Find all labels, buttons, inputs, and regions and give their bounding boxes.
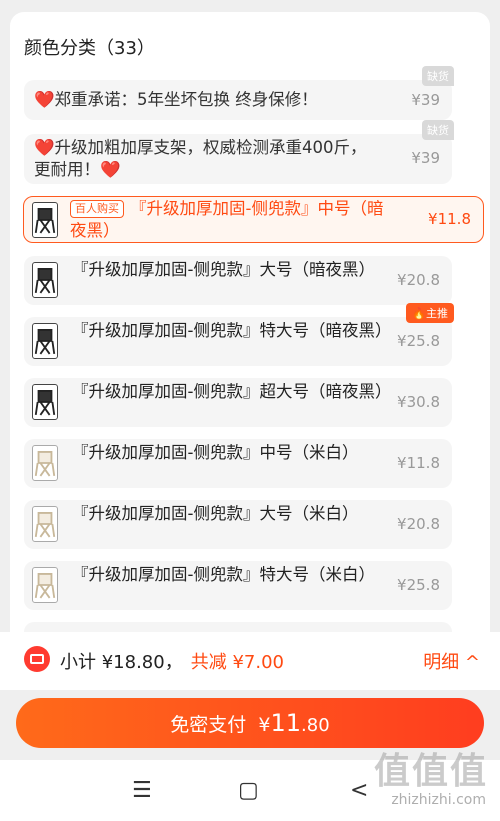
variant-name: 『升级加厚加固-侧兜款』特大号（暗夜黑） (72, 321, 392, 340)
variant-price: ¥25.8 (397, 576, 440, 594)
chair-thumbnail (32, 506, 58, 542)
watermark-url: zhizhizhi.com (391, 792, 486, 808)
variant-name: 『升级加厚加固-侧兜款』大号（暗夜黑） (72, 260, 375, 279)
detail-toggle[interactable]: 明细 ^ (423, 648, 480, 674)
home-icon[interactable]: ▢ (238, 778, 259, 803)
amount-decimal: .80 (301, 715, 330, 736)
variant-option-medium-black[interactable]: 百人购买 『升级加厚加固-侧兜款』中号（暗夜黑） ¥11.8 (23, 196, 484, 243)
variant-option-large-black[interactable]: 『升级加厚加固-侧兜款』大号（暗夜黑） ¥20.8 (24, 256, 452, 305)
chair-thumbnail (32, 445, 58, 481)
popular-badge: 百人购买 (70, 200, 124, 218)
variant-option-medium-white[interactable]: 『升级加厚加固-侧兜款』中号（米白） ¥11.8 (24, 439, 452, 488)
order-summary-bar: 小计 ¥18.80， 共减 ¥7.00 明细 ^ (0, 632, 500, 690)
variant-option-warranty[interactable]: 缺货 ❤️郑重承诺：5年坐坏包换 终身保修！ ¥39 (24, 66, 454, 120)
variant-name: 『升级加厚加固-侧兜款』大号（米白） (72, 504, 359, 523)
variant-price: ¥39 (411, 149, 440, 167)
discount-label: 共减 ¥7.00 (190, 652, 284, 673)
summary-text: 小计 ¥18.80， 共减 ¥7.00 (60, 648, 284, 674)
variant-name: ❤️郑重承诺：5年坐坏包换 终身保修！ (34, 90, 318, 109)
variant-option-reinforced-frame[interactable]: 缺货 ❤️升级加粗加厚支架，权威检测承重400斤，更耐用！❤️ ¥39 (24, 120, 454, 184)
variant-price: ¥25.8 (397, 332, 440, 350)
chair-thumbnail (32, 202, 58, 238)
out-of-stock-tag: 缺货 (422, 120, 454, 140)
variant-sheet: 颜色分类（33） 缺货 ❤️郑重承诺：5年坐坏包换 终身保修！ ¥39 缺货 ❤… (10, 12, 490, 652)
variant-name: ❤️升级加粗加厚支架，权威检测承重400斤，更耐用！❤️ (34, 138, 367, 179)
chair-thumbnail (32, 323, 58, 359)
currency-symbol: ¥ (258, 714, 271, 736)
back-icon[interactable]: < (350, 778, 368, 803)
variant-price: ¥20.8 (397, 515, 440, 533)
password-free-pay-button[interactable]: 免密支付 ¥11.80 (16, 698, 484, 748)
variant-name: 『升级加厚加固-侧兜款』特大号（米白） (72, 565, 375, 584)
amount-integer: 11 (270, 709, 302, 737)
chair-thumbnail (32, 384, 58, 420)
variant-option-xl-black[interactable]: 🔥主推 『升级加厚加固-侧兜款』特大号（暗夜黑） ¥25.8 (24, 303, 454, 366)
variant-price: ¥30.8 (397, 393, 440, 411)
menu-icon[interactable]: ☰ (132, 778, 152, 803)
pay-button-label: 免密支付 (170, 714, 247, 736)
variant-option-large-white[interactable]: 『升级加厚加固-侧兜款』大号（米白） ¥20.8 (24, 500, 452, 549)
variant-price: ¥11.8 (428, 210, 471, 228)
recommended-tag: 🔥主推 (406, 303, 454, 323)
watermark-logo: 值值值 (373, 751, 488, 792)
coupon-icon (24, 646, 50, 672)
chair-thumbnail (32, 262, 58, 298)
variant-price: ¥39 (411, 91, 440, 109)
section-title: 颜色分类（33） (24, 38, 155, 59)
variant-option-xl-white[interactable]: 『升级加厚加固-侧兜款』特大号（米白） ¥25.8 (24, 561, 452, 610)
variant-name: 百人购买 『升级加厚加固-侧兜款』中号（暗夜黑） (70, 199, 384, 240)
variant-option-xxl-black[interactable]: 『升级加厚加固-侧兜款』超大号（暗夜黑） ¥30.8 (24, 378, 452, 427)
variant-name: 『升级加厚加固-侧兜款』中号（米白） (72, 443, 359, 462)
out-of-stock-tag: 缺货 (422, 66, 454, 86)
variant-price: ¥20.8 (397, 271, 440, 289)
variant-price: ¥11.8 (397, 454, 440, 472)
variant-name: 『升级加厚加固-侧兜款』超大号（暗夜黑） (72, 382, 392, 401)
chair-thumbnail (32, 567, 58, 603)
subtotal-label: 小计 ¥18.80， (60, 652, 183, 673)
